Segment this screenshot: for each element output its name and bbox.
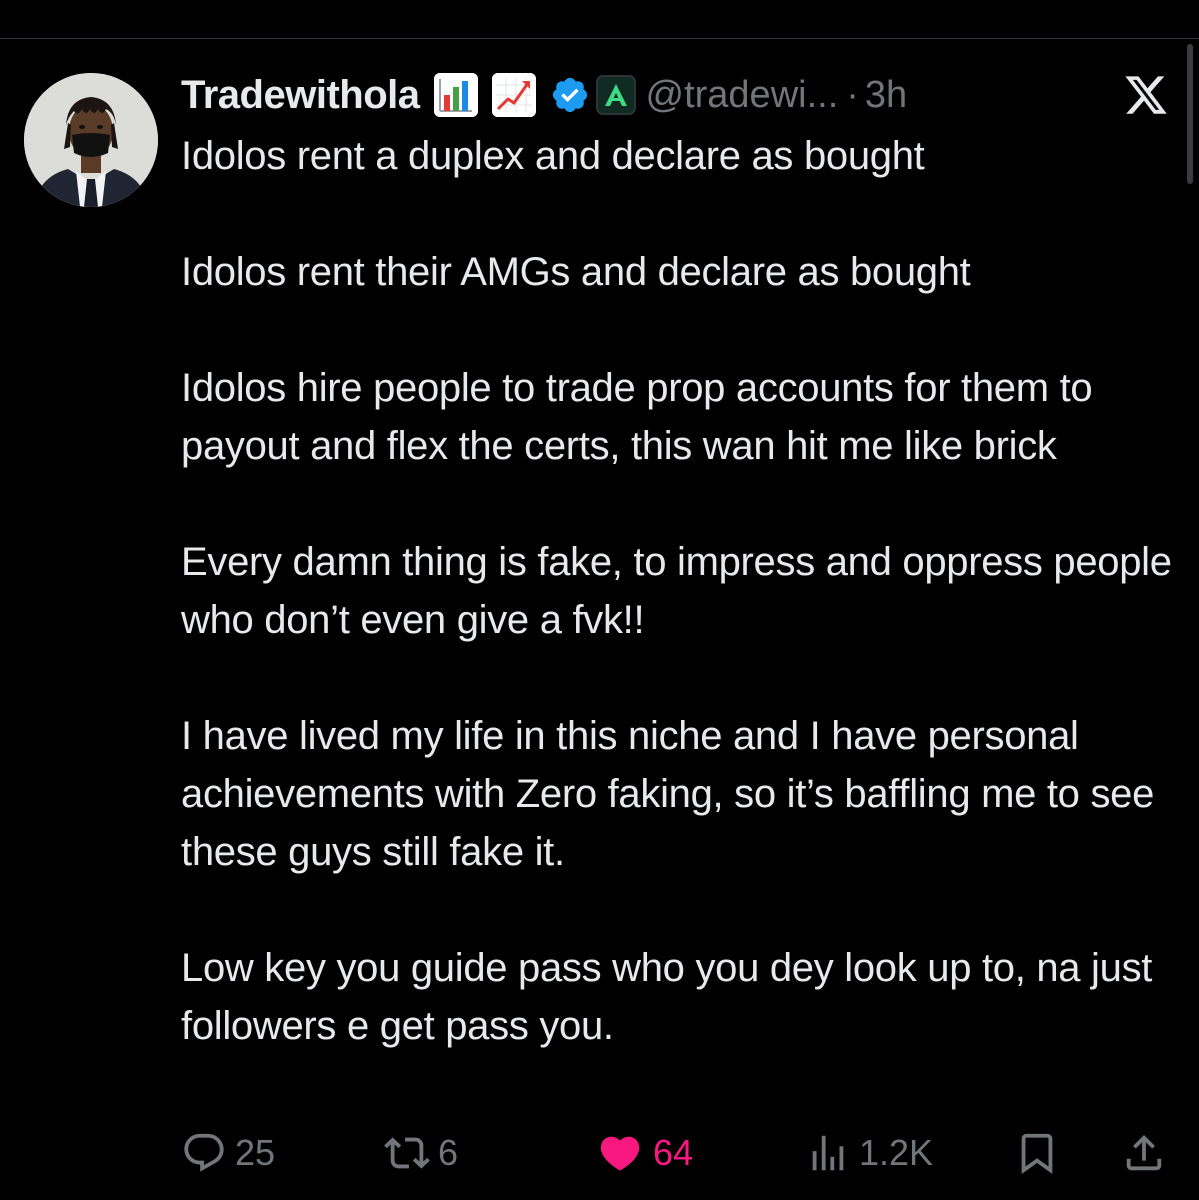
tweet-paragraph: Idolos hire people to trade prop account… [181,366,1093,468]
tweet-paragraph: Idolos rent a duplex and declare as boug… [181,134,925,178]
tweet-paragraph: I have lived my life in this niche and I… [181,714,1155,874]
tweet-text: Idolos rent a duplex and declare as boug… [181,127,1181,1055]
views-button[interactable]: 1.2K [805,1126,933,1180]
views-icon [812,1135,844,1171]
bar-chart-icon [433,73,478,117]
display-name[interactable]: Tradewithola [181,73,420,118]
reply-icon [184,1133,224,1172]
share-icon [1126,1134,1162,1171]
verified-badge-icon[interactable] [550,75,590,115]
action-bar: 25 6 64 1.2K [181,1126,1171,1180]
x-logo-icon [1122,72,1170,118]
chart-increasing-icon [491,73,536,117]
avatar[interactable] [24,73,158,207]
timestamp[interactable]: 3h [865,74,907,117]
separator-dot: · [846,73,859,116]
bookmark-icon [1021,1133,1053,1174]
tweet-paragraph: Idolos rent their AMGs and declare as bo… [181,250,971,294]
user-handle[interactable]: @tradewi... [646,74,839,117]
views-count: 1.2K [859,1132,934,1173]
reply-count: 25 [235,1132,276,1173]
scrollbar-thumb[interactable] [1187,44,1193,184]
affiliate-badge-icon[interactable] [595,75,636,115]
repost-icon [384,1137,430,1169]
like-button[interactable]: 64 [595,1126,693,1180]
share-button[interactable] [1121,1126,1167,1180]
heart-icon [600,1136,640,1171]
tweet-paragraph: Every damn thing is fake, to impress and… [181,540,1172,642]
bookmark-button[interactable] [1014,1126,1060,1180]
repost-count: 6 [438,1132,459,1173]
reply-button[interactable]: 25 [181,1126,275,1180]
tweet-header: Tradewithola @tradewi... · 3h [181,72,907,118]
repost-button[interactable]: 6 [384,1126,458,1180]
like-count: 64 [653,1132,694,1173]
tweet-paragraph: Low key you guide pass who you dey look … [181,946,1153,1048]
top-divider [0,38,1199,39]
